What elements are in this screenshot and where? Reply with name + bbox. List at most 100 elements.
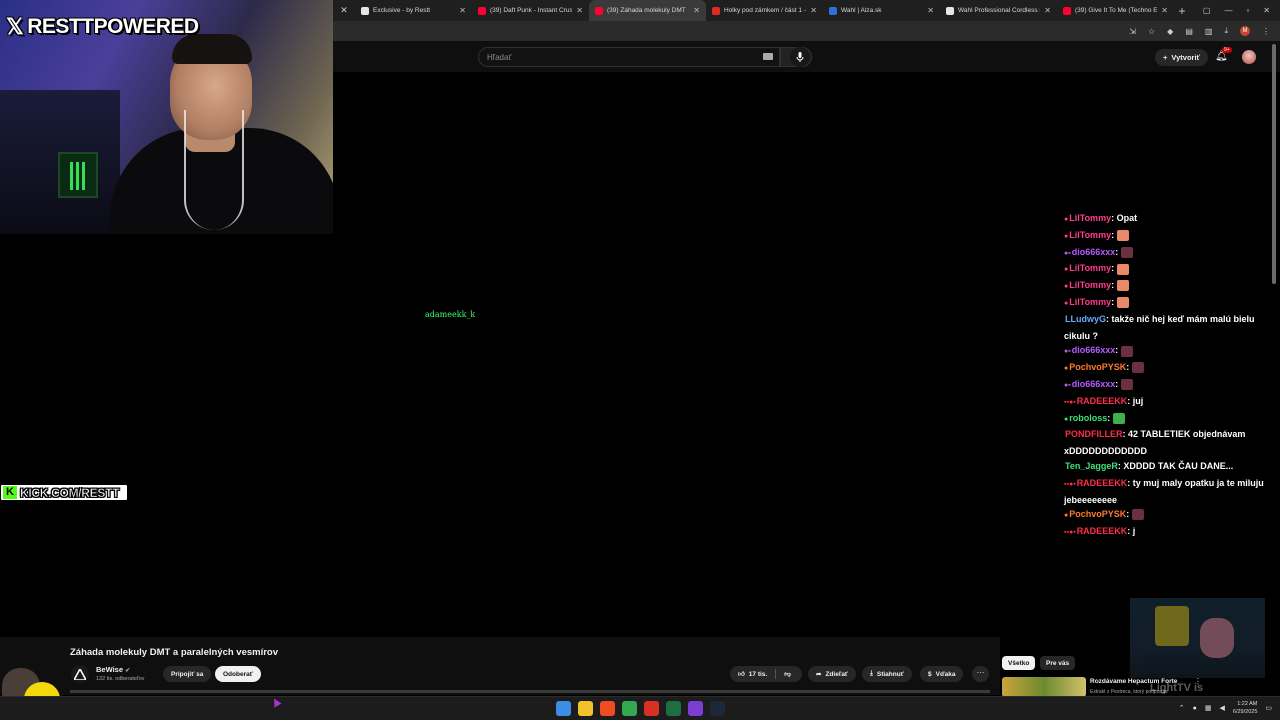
chrome-icon[interactable] (622, 701, 637, 716)
chat-badges-icon: ● (1064, 216, 1069, 223)
maximize-icon[interactable]: ▫ (1246, 6, 1249, 15)
brave-icon[interactable] (600, 701, 615, 716)
kick-url: KICK.COM/RESTT (20, 485, 120, 500)
share-button[interactable]: ➦ Zdieľať (808, 666, 857, 682)
browser-tab[interactable]: (39) Záhada molekuly DMT ✕ (589, 0, 706, 21)
channel-avatar[interactable] (71, 665, 89, 683)
chat-username: PochvoPYSK (1069, 362, 1127, 373)
chip-for-you[interactable]: Pre vás (1040, 656, 1076, 670)
video-progress-track[interactable] (70, 690, 990, 693)
tab-close-icon[interactable]: ✕ (1161, 6, 1168, 15)
browser-tab[interactable]: Wahl Professional Cordless D ✕ (940, 0, 1057, 21)
download-button[interactable]: ⤓ Stiahnuť (862, 666, 912, 682)
page-scrollbar[interactable] (1272, 44, 1276, 284)
download-icon[interactable]: ⤓ (1224, 26, 1228, 36)
chat-emote-icon (1116, 229, 1129, 241)
menu-icon[interactable]: ⋮ (1262, 27, 1270, 36)
browser-tab-bar: ✕ Exclusive - by Restt ✕ (39) Daft Punk - … (333, 0, 1280, 21)
join-button[interactable]: Pripojiť sa (163, 666, 212, 682)
tab-label: Wahl | Alza.sk (841, 7, 882, 14)
network-icon[interactable]: ▦ (1205, 704, 1212, 712)
overlay-watermark: LightTV is (1150, 682, 1204, 694)
file-explorer-icon[interactable] (578, 701, 593, 716)
chrome-red-icon[interactable] (644, 701, 659, 716)
close-tab-icon[interactable]: ✕ (333, 5, 355, 16)
recommended-thumbnail[interactable] (1002, 677, 1086, 697)
install-icon[interactable]: ⇲ (1129, 27, 1136, 36)
chat-badges-icon: ●▪ (1064, 348, 1071, 356)
account-avatar[interactable] (1242, 50, 1256, 64)
volume-icon[interactable]: ◀ (1220, 704, 1225, 712)
minimize-icon[interactable]: — (1224, 6, 1232, 15)
thanks-button[interactable]: $ Vďaka (920, 666, 964, 682)
webcam-overlay: 𝕏 RESTTPOWERED (0, 0, 333, 234)
like-count[interactable]: 17 tis. (749, 671, 767, 678)
create-label: Vytvoriť (1171, 53, 1201, 62)
tab-close-icon[interactable]: ✕ (810, 6, 817, 15)
chat-text: j (1132, 526, 1136, 537)
chat-message: ●▪dio666xxx: (1064, 343, 1272, 360)
clock[interactable]: 1:22 AM 6/29/2025 (1233, 700, 1257, 716)
chat-text: XDDDD TAK ČAU DANE... (1123, 460, 1234, 471)
sidepanel-icon[interactable]: ▥ (1205, 27, 1213, 36)
browser-tab[interactable]: Exclusive - by Restt ✕ (355, 0, 472, 21)
tab-search-icon[interactable]: ▢ (1203, 6, 1211, 15)
chat-username: PONDFILLER (1065, 429, 1123, 440)
chat-message: ▪▪●▪RADEEEKK: j (1064, 526, 1136, 537)
bookmark-star-icon[interactable]: ☆ (1148, 27, 1155, 36)
like-icon[interactable]: 👍︎ (738, 670, 745, 678)
chat-badges-icon: ● (1064, 266, 1069, 274)
tab-close-icon[interactable]: ✕ (1044, 6, 1051, 15)
steam-icon[interactable] (710, 701, 725, 716)
subscribe-button[interactable]: Odoberať (215, 666, 261, 682)
chat-username: RADEEEKK (1076, 395, 1128, 406)
new-tab-button[interactable]: + (1174, 4, 1190, 18)
obs-icon[interactable] (688, 701, 703, 716)
chat-badges-icon: ●▪ (1064, 381, 1071, 389)
stream-chat-overlay: ●LilTommy: Opat ●LilTommy: ●▪dio666xxx: ●… (1064, 211, 1272, 541)
thanks-icon: $ (928, 670, 932, 678)
chat-message: ●PochvoPYSK: (1064, 507, 1272, 524)
chat-emote-icon (1116, 263, 1129, 275)
profile-icon[interactable]: M (1240, 26, 1250, 36)
channel-name[interactable]: BeWise ✔ (96, 665, 130, 674)
chat-username: dio666xxx (1071, 378, 1116, 389)
dislike-icon[interactable]: 👎︎ (784, 670, 791, 678)
tab-close-icon[interactable]: ✕ (576, 6, 583, 15)
voice-search-button[interactable] (790, 47, 810, 67)
tab-close-icon[interactable]: ✕ (693, 6, 700, 15)
browser-tab[interactable]: (39) Daft Punk - Instant Crush ✕ (472, 0, 589, 21)
keyboard-icon[interactable] (763, 53, 773, 60)
window-controls: ▢ — ▫ ✕ (1203, 6, 1280, 15)
tab-close-icon[interactable]: ✕ (927, 6, 934, 15)
tab-label: Exclusive - by Restt (373, 7, 431, 14)
chat-username: LilTommy (1069, 296, 1112, 307)
chat-message: Ten_JaggeR: XDDDD TAK ČAU DANE... (1065, 460, 1234, 471)
video-title: Záhada molekuly DMT a paralelných vesmír… (70, 647, 279, 658)
create-button[interactable]: + Vytvoriť (1155, 49, 1209, 66)
start-icon[interactable] (556, 701, 571, 716)
notification-center-icon[interactable]: ▭ (1265, 704, 1272, 712)
chat-badges-icon: ● (1064, 299, 1069, 307)
download-label: Stiahnuť (876, 670, 904, 678)
extension-icon[interactable]: ◆ (1167, 27, 1173, 36)
more-actions-button[interactable]: ··· (972, 666, 989, 682)
chat-message: LLudwyG: takže nič hej keď mám malú biel… (1064, 313, 1255, 341)
search-input[interactable]: Hľadať (478, 47, 780, 67)
close-window-icon[interactable]: ✕ (1263, 6, 1270, 15)
browser-tab[interactable]: Wahl | Alza.sk ✕ (823, 0, 940, 21)
chat-message: ●▪dio666xxx: (1064, 377, 1272, 394)
puzzle-icon[interactable]: ▤ (1185, 27, 1193, 36)
tray-chevron-icon[interactable]: ⌃ (1179, 704, 1185, 712)
browser-tab[interactable]: Holky pod zámkem / část 1 - ✕ (706, 0, 823, 21)
excel-icon[interactable] (666, 701, 681, 716)
tab-close-icon[interactable]: ✕ (459, 6, 466, 15)
microphone-tray-icon[interactable]: ● (1193, 705, 1197, 712)
chat-emote-icon (1120, 246, 1133, 258)
browser-tab[interactable]: (39) Give It To Me (Techno Ed ✕ (1057, 0, 1174, 21)
tab-label: (39) Daft Punk - Instant Crush (490, 7, 573, 14)
chat-message: ▪▪●▪RADEEEKK: ty muj maly opatku ja te m… (1064, 477, 1264, 505)
chat-username: RADEEEKK (1076, 477, 1128, 488)
chip-all[interactable]: Všetko (1002, 656, 1036, 670)
taskbar-apps (556, 701, 725, 716)
